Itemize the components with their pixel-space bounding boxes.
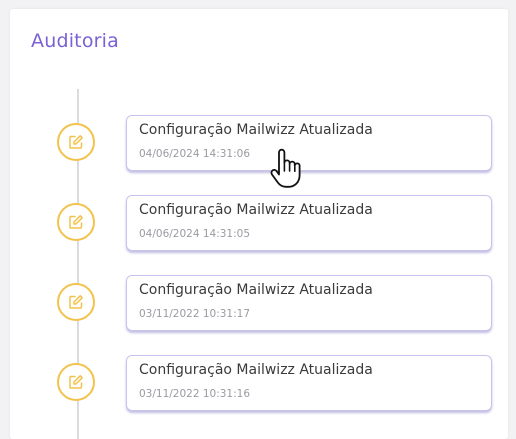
edit-icon	[57, 363, 95, 401]
edit-icon	[57, 123, 95, 161]
timeline-item: Configuração Mailwizz Atualizada 03/11/2…	[10, 355, 508, 411]
event-timestamp: 03/11/2022 10:31:16	[139, 388, 251, 400]
event-card[interactable]: Configuração Mailwizz Atualizada 04/06/2…	[126, 195, 492, 251]
panel-title: Auditoria	[31, 30, 119, 52]
event-title: Configuração Mailwizz Atualizada	[139, 362, 373, 378]
timeline-item: Configuração Mailwizz Atualizada 04/06/2…	[10, 195, 508, 251]
edit-icon	[57, 283, 95, 321]
event-card[interactable]: Configuração Mailwizz Atualizada 03/11/2…	[126, 275, 492, 331]
event-title: Configuração Mailwizz Atualizada	[139, 122, 373, 138]
event-timestamp: 04/06/2024 14:31:06	[139, 148, 251, 160]
event-timestamp: 04/06/2024 14:31:05	[139, 228, 251, 240]
hand-pointer-icon	[268, 148, 304, 190]
edit-icon	[57, 203, 95, 241]
event-title: Configuração Mailwizz Atualizada	[139, 282, 373, 298]
timeline-item: Configuração Mailwizz Atualizada 04/06/2…	[10, 115, 508, 171]
timeline-item: Configuração Mailwizz Atualizada 03/11/2…	[10, 275, 508, 331]
event-title: Configuração Mailwizz Atualizada	[139, 202, 373, 218]
event-timestamp: 03/11/2022 10:31:17	[139, 308, 251, 320]
audit-panel: Auditoria Configuração Mailwizz Atualiza…	[10, 9, 508, 439]
event-card[interactable]: Configuração Mailwizz Atualizada 03/11/2…	[126, 355, 492, 411]
event-card[interactable]: Configuração Mailwizz Atualizada 04/06/2…	[126, 115, 492, 171]
